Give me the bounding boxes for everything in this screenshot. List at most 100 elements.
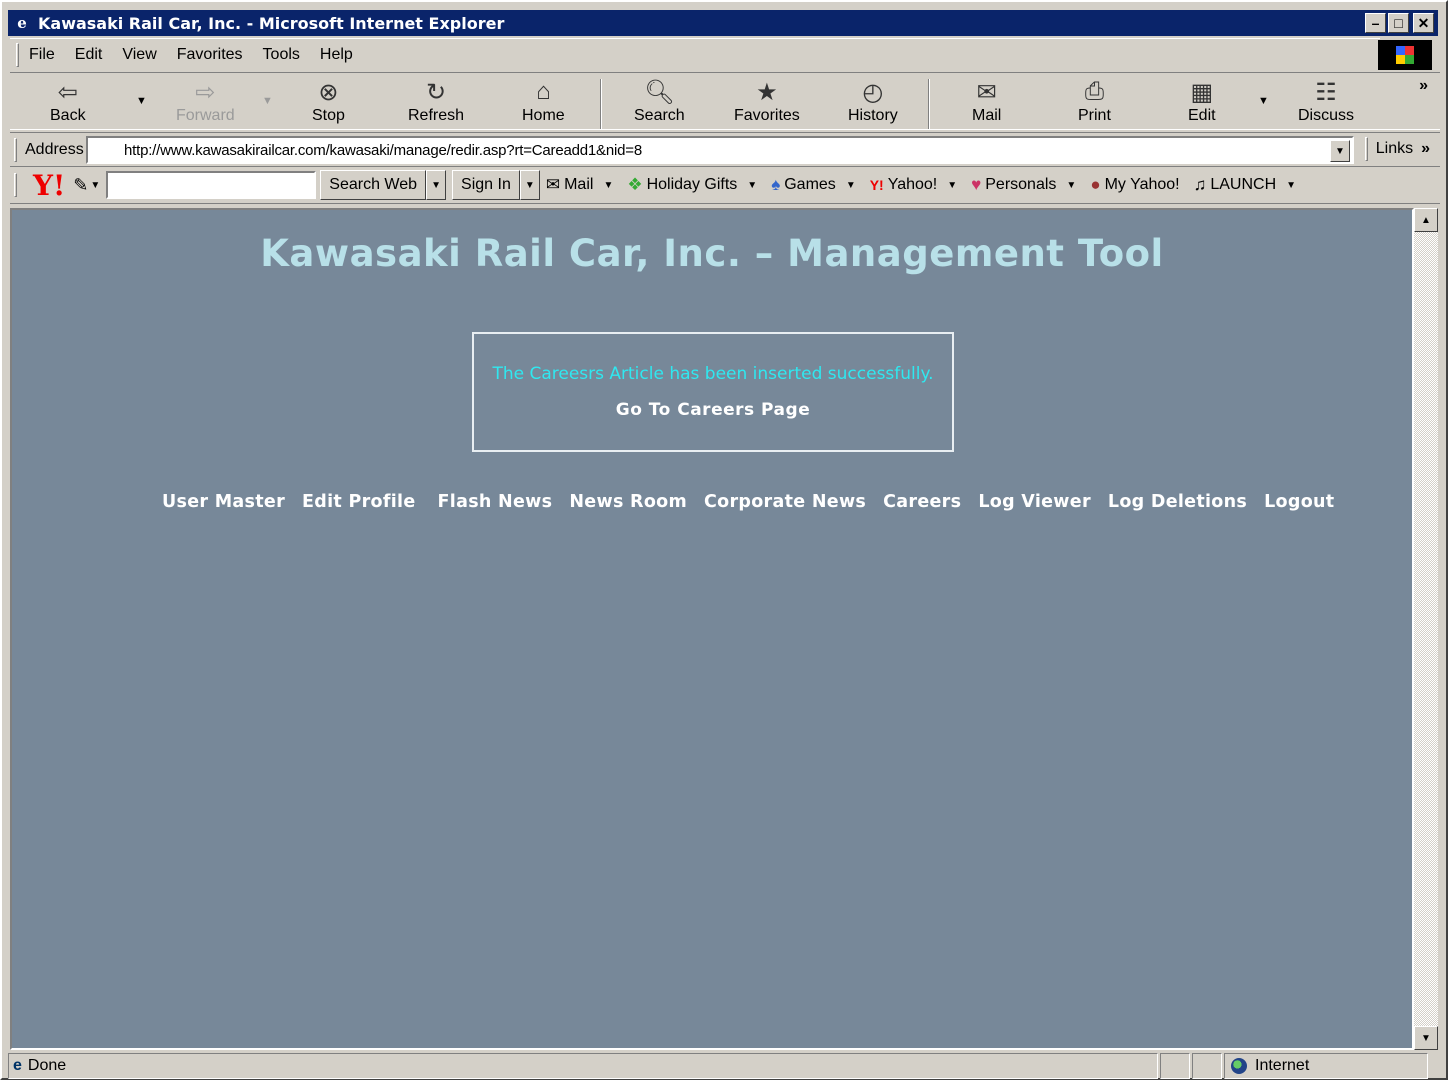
- status-cell: [1160, 1053, 1190, 1079]
- address-grip: [14, 137, 17, 162]
- maximize-button[interactable]: □: [1388, 13, 1409, 33]
- print-button[interactable]: ⎙ Print: [1078, 77, 1111, 129]
- yahoo-search-input[interactable]: [106, 171, 317, 199]
- yahoo-logo[interactable]: Y!: [33, 169, 65, 202]
- message-box: The Careesrs Article has been inserted s…: [472, 332, 954, 452]
- nav-logout[interactable]: Logout: [1264, 492, 1334, 512]
- status-cell: [1192, 1053, 1222, 1079]
- menu-grip: [16, 42, 19, 67]
- security-zone: Internet: [1224, 1053, 1428, 1079]
- chevron-down-icon[interactable]: ▼: [1286, 180, 1296, 191]
- links-chevron-icon[interactable]: »: [1421, 140, 1430, 158]
- search-button[interactable]: 🔍︎ Search: [634, 77, 685, 129]
- nav-flash-news[interactable]: Flash News: [438, 492, 553, 512]
- status-main: e Done: [8, 1053, 1158, 1079]
- page-viewport: Kawasaki Rail Car, Inc. – Management Too…: [10, 208, 1414, 1050]
- nav-edit-profile[interactable]: Edit Profile: [302, 492, 416, 512]
- search-icon: 🔍︎: [644, 78, 675, 106]
- pencil-icon[interactable]: ✎: [73, 175, 88, 196]
- chevron-down-icon[interactable]: ▼: [603, 180, 613, 191]
- standard-toolbar: ⇦ Back ▼ ⇨ Forward ▼ ⊗ Stop ↻ Refresh ⌂ …: [10, 72, 1440, 130]
- chevron-down-icon[interactable]: ▼: [1066, 180, 1076, 191]
- nav-news-room[interactable]: News Room: [569, 492, 687, 512]
- status-bar: e Done Internet: [8, 1052, 1444, 1080]
- stop-icon: ⊗: [318, 78, 339, 106]
- address-input[interactable]: http://www.kawasakirailcar.com/kawasaki/…: [86, 136, 1354, 164]
- page-title: Kawasaki Rail Car, Inc. – Management Too…: [260, 232, 1164, 275]
- menu-favorites[interactable]: Favorites: [177, 46, 243, 64]
- pencil-dropdown-icon[interactable]: ▼: [90, 180, 100, 191]
- back-button[interactable]: ⇦ Back: [50, 77, 86, 129]
- history-clock-icon: ◴: [862, 78, 884, 106]
- edit-button[interactable]: ▦ Edit: [1188, 77, 1216, 129]
- address-dropdown-icon[interactable]: ▼: [1330, 140, 1350, 162]
- favorites-button[interactable]: ★ Favorites: [734, 77, 800, 129]
- sign-in-button[interactable]: Sign In: [452, 170, 520, 200]
- ie-icon: e: [17, 14, 27, 32]
- nav-corporate-news[interactable]: Corporate News: [704, 492, 866, 512]
- envelope-icon: ✉: [545, 175, 561, 194]
- toolbar-chevron-icon[interactable]: »: [1419, 77, 1428, 95]
- refresh-button[interactable]: ↻ Refresh: [408, 77, 464, 129]
- vertical-scrollbar[interactable]: ▲ ▼: [1414, 208, 1438, 1050]
- forward-dropdown-icon[interactable]: ▼: [262, 95, 273, 107]
- menu-file[interactable]: File: [29, 46, 55, 64]
- discuss-icon: ☷: [1315, 78, 1337, 106]
- window-title: Kawasaki Rail Car, Inc. - Microsoft Inte…: [38, 13, 505, 33]
- title-bar: e Kawasaki Rail Car, Inc. - Microsoft In…: [8, 10, 1438, 36]
- go-to-careers-link[interactable]: Go To Careers Page: [474, 400, 952, 420]
- home-icon: ⌂: [536, 78, 551, 105]
- address-bar: Address http://www.kawasakirailcar.com/k…: [10, 132, 1440, 166]
- yahoo-grip: [14, 173, 17, 197]
- menu-bar: File Edit View Favorites Tools Help: [10, 38, 1380, 70]
- address-url[interactable]: http://www.kawasakirailcar.com/kawasaki/…: [124, 142, 642, 159]
- close-button[interactable]: ✕: [1413, 13, 1434, 33]
- minimize-button[interactable]: –: [1365, 13, 1386, 33]
- heart-icon: ♥: [971, 175, 982, 194]
- favorites-folder-icon: ★: [756, 78, 778, 106]
- mail-button[interactable]: ✉ Mail: [972, 77, 1001, 129]
- menu-help[interactable]: Help: [320, 46, 353, 64]
- window-controls: – □ ✕: [1365, 13, 1434, 33]
- my-yahoo-link[interactable]: ● My Yahoo!: [1090, 175, 1179, 195]
- links-label[interactable]: Links: [1376, 140, 1413, 158]
- yahoo-home-link[interactable]: Y! Yahoo! ▼: [870, 176, 957, 194]
- edit-dropdown-icon[interactable]: ▼: [1258, 95, 1269, 107]
- toolbar-separator: [600, 79, 602, 129]
- success-message: The Careesrs Article has been inserted s…: [492, 364, 934, 384]
- back-dropdown-icon[interactable]: ▼: [136, 95, 147, 107]
- yahoo-launch-link[interactable]: ♫ LAUNCH ▼: [1194, 175, 1296, 195]
- forward-button[interactable]: ⇨ Forward: [176, 77, 235, 129]
- page-done-icon: e: [13, 1057, 22, 1074]
- search-web-button[interactable]: Search Web: [320, 170, 427, 200]
- yahoo-mail-link[interactable]: ✉ Mail ▼: [546, 175, 614, 195]
- scroll-down-icon[interactable]: ▼: [1414, 1026, 1438, 1050]
- printer-icon: ⎙: [1084, 78, 1105, 105]
- sign-in-dropdown-icon[interactable]: ▼: [519, 170, 540, 200]
- gift-icon: ❖: [627, 175, 643, 194]
- menu-tools[interactable]: Tools: [263, 46, 300, 64]
- refresh-icon: ↻: [425, 78, 447, 106]
- nav-log-deletions[interactable]: Log Deletions: [1108, 492, 1247, 512]
- nav-careers[interactable]: Careers: [883, 492, 961, 512]
- scroll-up-icon[interactable]: ▲: [1414, 208, 1438, 232]
- discuss-button[interactable]: ☷ Discuss: [1298, 77, 1354, 129]
- chevron-down-icon[interactable]: ▼: [947, 180, 957, 191]
- stop-button[interactable]: ⊗ Stop: [312, 77, 345, 129]
- nav-log-viewer[interactable]: Log Viewer: [978, 492, 1091, 512]
- menu-edit[interactable]: Edit: [75, 46, 103, 64]
- yahoo-personals-link[interactable]: ♥ Personals ▼: [971, 175, 1076, 195]
- yahoo-games-link[interactable]: ♠ Games ▼: [771, 175, 856, 195]
- menu-view[interactable]: View: [122, 46, 156, 64]
- forward-arrow-icon: ⇨: [195, 78, 216, 106]
- history-button[interactable]: ◴ History: [848, 77, 898, 129]
- search-web-dropdown-icon[interactable]: ▼: [426, 170, 447, 200]
- yahoo-holiday-gifts-link[interactable]: ❖ Holiday Gifts ▼: [627, 175, 757, 195]
- home-button[interactable]: ⌂ Home: [522, 77, 565, 129]
- links-toolbar[interactable]: Links »: [1364, 137, 1430, 161]
- nav-user-master[interactable]: User Master: [162, 492, 285, 512]
- my-yahoo-icon: ●: [1090, 175, 1101, 194]
- toolbar-separator: [928, 79, 930, 129]
- chevron-down-icon[interactable]: ▼: [747, 180, 757, 191]
- chevron-down-icon[interactable]: ▼: [846, 180, 856, 191]
